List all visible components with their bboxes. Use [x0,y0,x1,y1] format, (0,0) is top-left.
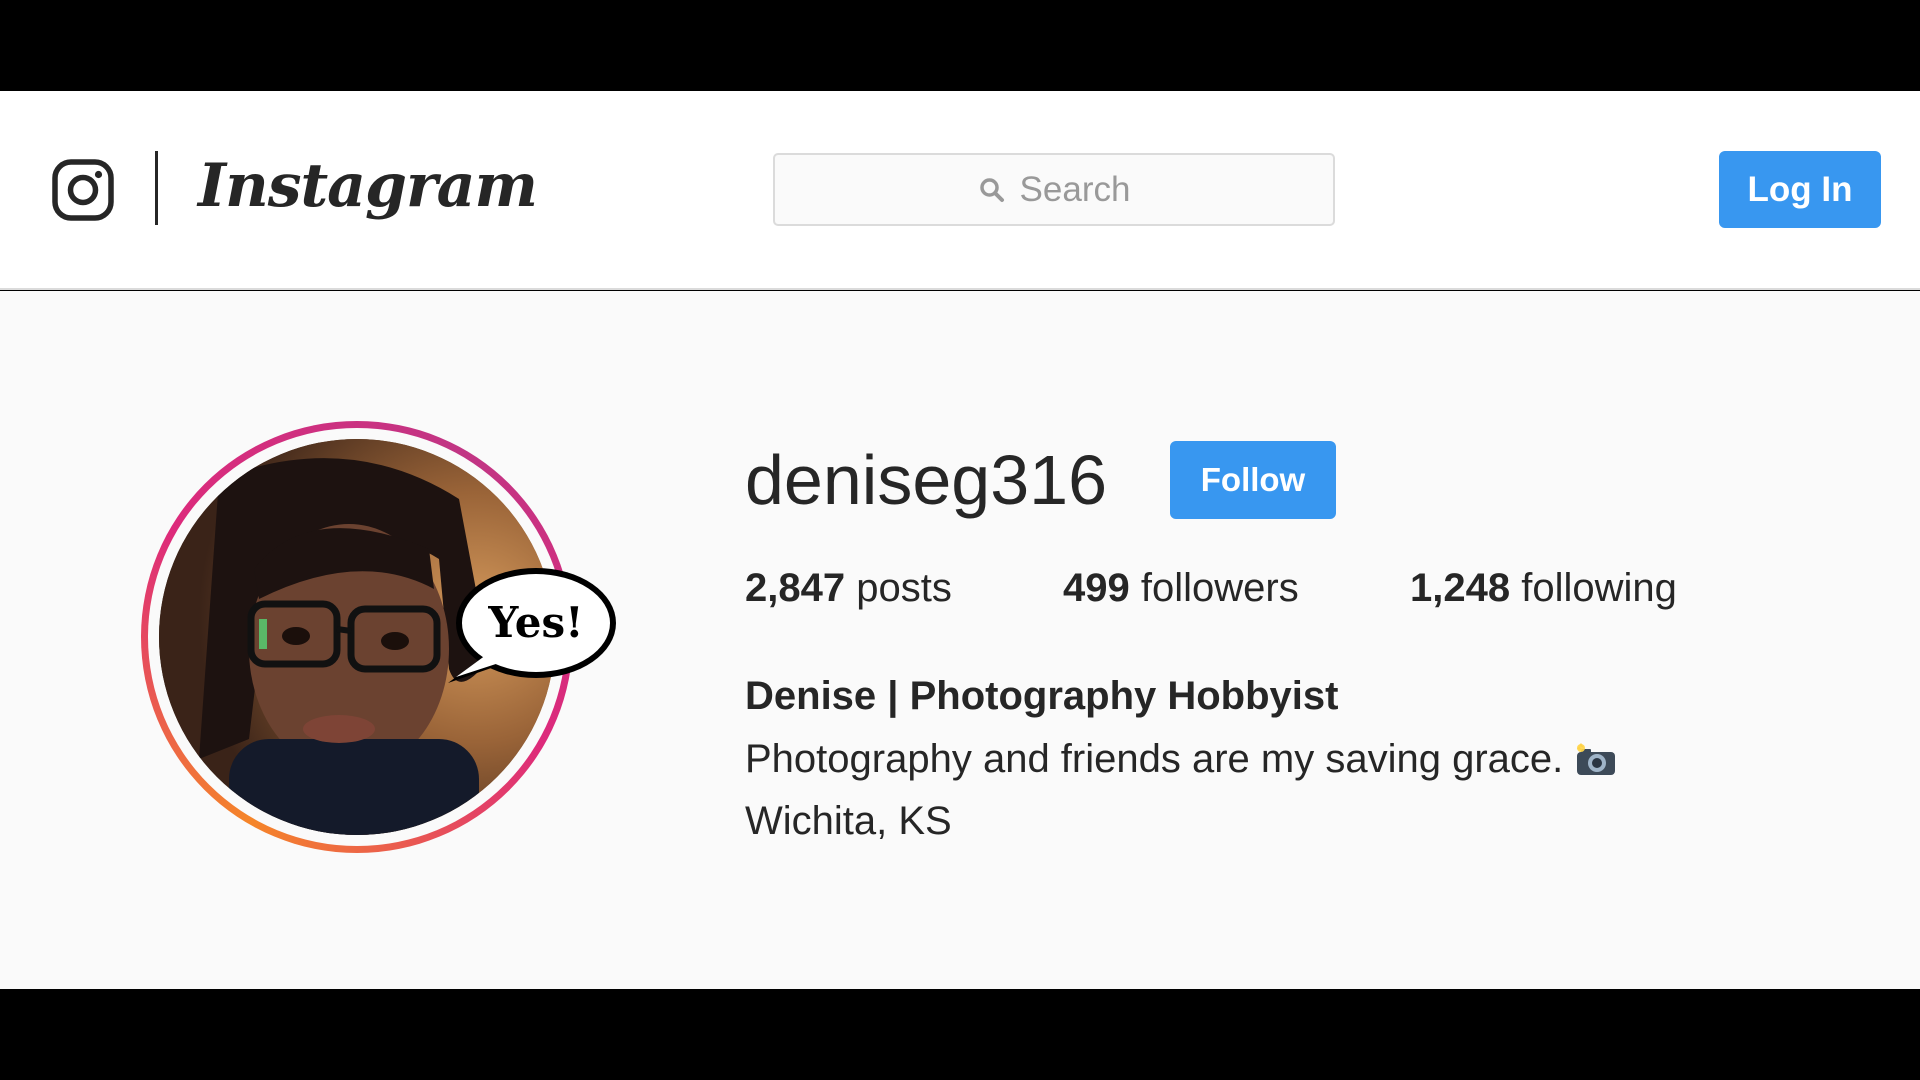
profile-stats: 2,847 posts 499 followers 1,248 followin… [0,566,1920,616]
follow-button[interactable]: Follow [1170,441,1336,519]
stat-posts-label: posts [856,566,952,610]
logo-divider [155,151,158,225]
stat-followers[interactable]: 499 followers [1063,566,1299,611]
instagram-logo-icon[interactable] [52,159,114,221]
camera-with-flash-icon [1577,742,1616,775]
search-icon [979,177,1004,202]
stat-posts-value: 2,847 [745,566,846,610]
profile-location: Wichita, KS [745,799,952,843]
stat-posts: 2,847 posts [745,566,952,611]
stat-following[interactable]: 1,248 following [1410,566,1677,611]
stat-following-value: 1,248 [1410,566,1511,610]
letterbox-bottom [0,989,1920,1080]
instagram-wordmark[interactable]: Instagram [198,146,538,226]
search-placeholder: Search [1019,169,1131,209]
login-button[interactable]: Log In [1719,151,1881,228]
profile-full-name: Denise | Photography Hobbyist [745,674,1339,718]
letterbox-top [0,0,1920,91]
profile-bio-text: Photography and friends are my saving gr… [745,737,1564,781]
stat-followers-label: followers [1140,566,1299,610]
profile-username: deniseg316 [745,441,1107,519]
stat-followers-value: 499 [1063,566,1130,610]
stat-following-label: following [1521,566,1677,610]
profile-bio: Photography and friends are my saving gr… [745,737,1617,782]
search-input[interactable]: Search [773,153,1335,226]
